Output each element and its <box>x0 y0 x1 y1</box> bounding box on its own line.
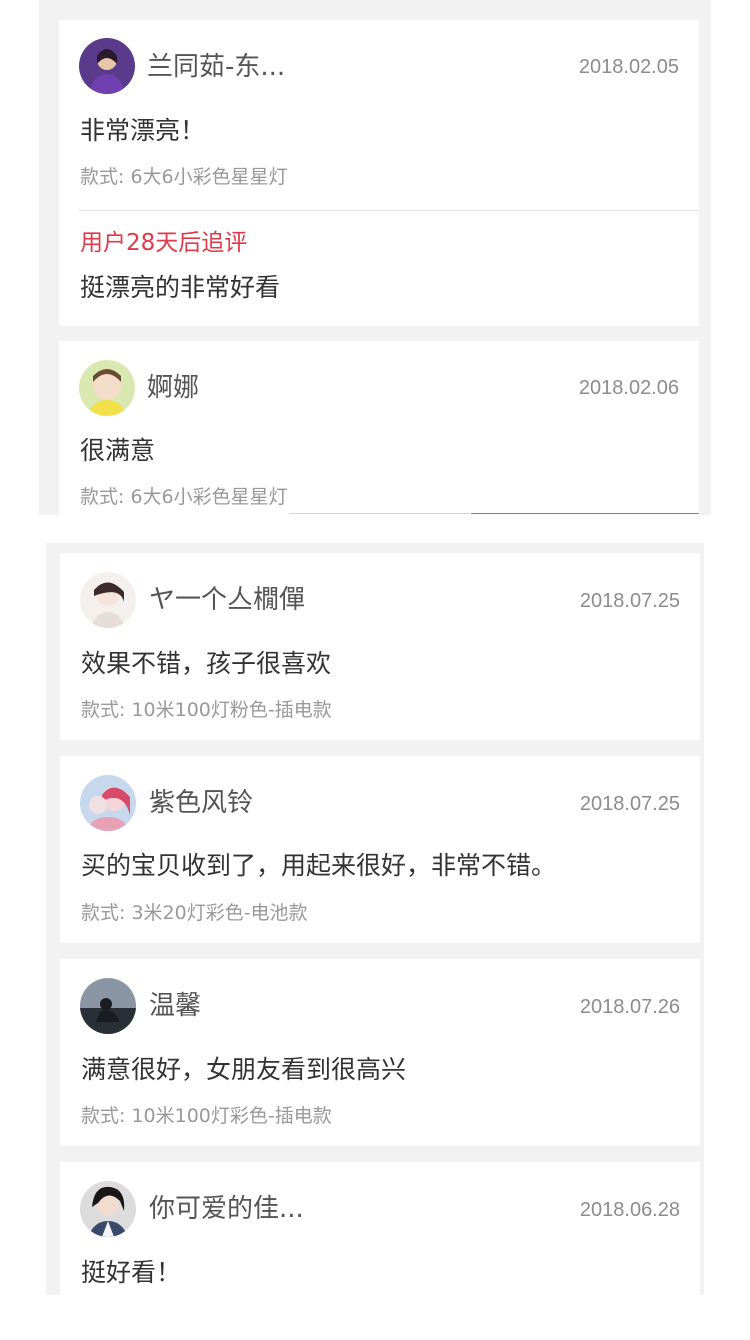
review-card: 温馨 2018.07.26 满意很好，女朋友看到很高兴 款式: 10米100灯彩… <box>60 959 700 1146</box>
review-date: 2018.02.05 <box>578 56 679 78</box>
review-date: 2018.02.06 <box>578 377 679 399</box>
review-text: 满意很好，女朋友看到很高兴 <box>81 1055 407 1084</box>
review-style: 款式: 3米20灯彩色-电池款 <box>81 902 308 924</box>
review-style: 款式: 10米100灯彩色-插电款 <box>81 1105 332 1127</box>
review-style: 款式: 6大6小彩色星星灯 <box>80 486 288 508</box>
review-panel-top: 兰同茹-东... 2018.02.05 非常漂亮！ 款式: 6大6小彩色星星灯 … <box>39 0 711 515</box>
review-card: 你可爱的佳... 2018.06.28 挺好看！ <box>60 1162 700 1295</box>
review-card: 兰同茹-东... 2018.02.05 非常漂亮！ 款式: 6大6小彩色星星灯 … <box>59 20 699 326</box>
review-date: 2018.07.25 <box>579 793 680 815</box>
divider <box>79 210 699 211</box>
username: 你可爱的佳... <box>149 1194 304 1224</box>
review-date: 2018.06.28 <box>579 1199 680 1221</box>
divider <box>471 513 699 514</box>
review-text: 挺好看！ <box>81 1258 182 1287</box>
avatar[interactable] <box>79 360 135 416</box>
review-card: 紫色风铃 2018.07.25 买的宝贝收到了，用起来很好，非常不错。 款式: … <box>60 756 700 943</box>
review-text: 效果不错，孩子很喜欢 <box>81 649 332 678</box>
username: ヤ一个亼橌僤 <box>149 585 306 615</box>
followup-text: 挺漂亮的非常好看 <box>80 273 281 302</box>
review-date: 2018.07.26 <box>579 996 680 1018</box>
avatar[interactable] <box>80 978 136 1034</box>
username: 婀娜 <box>147 373 200 403</box>
username: 紫色风铃 <box>149 788 254 818</box>
followup-label: 用户28天后追评 <box>80 230 248 256</box>
avatar[interactable] <box>80 1181 136 1237</box>
review-card: ヤ一个亼橌僤 2018.07.25 效果不错，孩子很喜欢 款式: 10米100灯… <box>60 553 700 740</box>
review-style: 款式: 10米100灯粉色-插电款 <box>81 699 332 721</box>
username: 兰同茹-东... <box>147 52 286 82</box>
username: 温馨 <box>149 991 202 1021</box>
avatar[interactable] <box>80 572 136 628</box>
avatar[interactable] <box>80 775 136 831</box>
review-text: 非常漂亮！ <box>80 116 206 145</box>
avatar[interactable] <box>79 38 135 94</box>
review-text: 很满意 <box>80 436 156 465</box>
review-text: 买的宝贝收到了，用起来很好，非常不错。 <box>81 851 557 880</box>
review-card: 婀娜 2018.02.06 很满意 款式: 6大6小彩色星星灯 <box>59 341 699 515</box>
divider <box>289 513 469 514</box>
review-date: 2018.07.25 <box>579 590 680 612</box>
review-panel-bottom: ヤ一个亼橌僤 2018.07.25 效果不错，孩子很喜欢 款式: 10米100灯… <box>46 543 704 1295</box>
review-style: 款式: 6大6小彩色星星灯 <box>80 166 288 188</box>
